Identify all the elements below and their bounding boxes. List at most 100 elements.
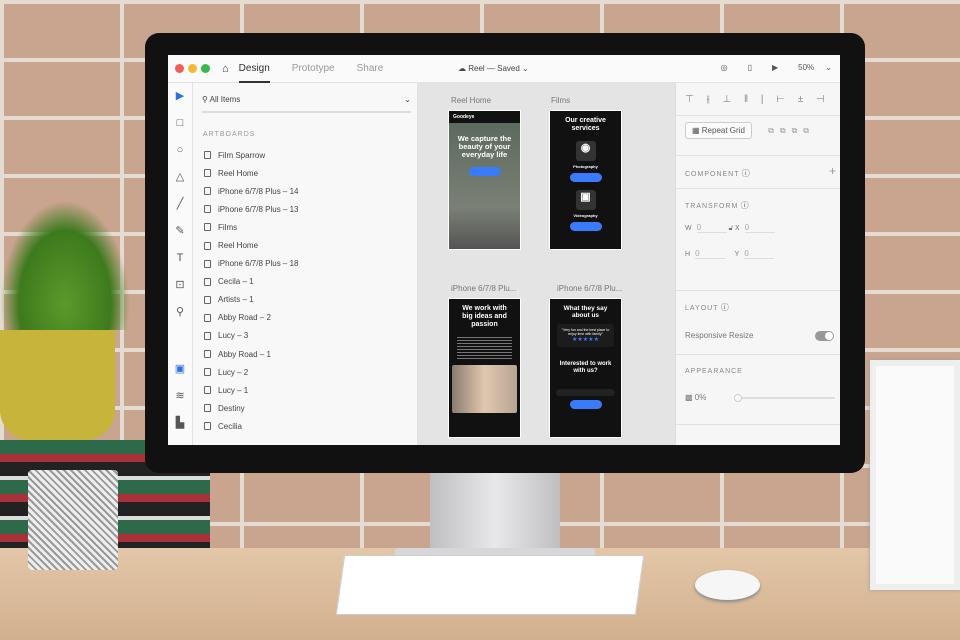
search-value: All Items xyxy=(209,95,241,104)
y-field[interactable]: 0 xyxy=(744,249,775,259)
cta-button[interactable] xyxy=(468,167,501,176)
artboard-icon xyxy=(204,187,211,196)
artboard-name: Lucy – 3 xyxy=(218,331,249,341)
service-label: Videography xyxy=(573,213,598,218)
align-tools[interactable]: ⊤ ⫲ ⊥ ‖ | ⊢ ± ⊣ ≡ xyxy=(676,83,840,138)
add-component-icon[interactable]: + xyxy=(829,164,836,178)
artboard-icon xyxy=(204,422,211,431)
user-icon[interactable]: ◎ xyxy=(721,63,728,72)
artboard-list-item[interactable]: Lucy – 3 xyxy=(193,327,417,345)
repeat-grid-label: Repeat Grid xyxy=(701,126,745,135)
boolean-ops-icons[interactable]: ⧉⧉⧉⧉ xyxy=(768,126,815,135)
plugins-icon[interactable]: ▙ xyxy=(168,410,192,437)
artboard-ideas[interactable]: We work with big ideas and passion xyxy=(448,298,521,438)
info-icon[interactable]: ⓘ xyxy=(742,169,750,178)
artboard-icon xyxy=(204,151,211,160)
artboard-name: Films xyxy=(218,222,238,232)
email-field[interactable] xyxy=(556,389,615,396)
artboard-name: iPhone 6/7/8 Plus – 14 xyxy=(218,186,299,196)
artboard-list-item[interactable]: Abby Road – 1 xyxy=(193,345,417,363)
artboard-films[interactable]: Our creative services ◉ Photography ▣ Vi… xyxy=(549,110,622,250)
video-icon: ▣ xyxy=(575,190,596,210)
canvas[interactable]: Reel Home Films iPhone 6/7/8 Plu... iPho… xyxy=(418,83,675,445)
tab-prototype[interactable]: Prototype xyxy=(292,55,335,83)
layout-heading: LAYOUT xyxy=(685,305,719,312)
artboard-reel-home[interactable]: Goodeye We capture the beauty of your ev… xyxy=(448,110,521,250)
layers-icon[interactable]: ≋ xyxy=(168,383,192,410)
artboard-list-item[interactable]: Lucy – 1 xyxy=(193,381,417,399)
device-preview-icon[interactable]: ▯ xyxy=(748,63,752,72)
service-button[interactable] xyxy=(569,222,602,231)
repeat-grid-button[interactable]: ▦ Repeat Grid xyxy=(685,122,752,139)
responsive-resize-toggle[interactable] xyxy=(815,331,834,341)
info-icon[interactable]: ⓘ xyxy=(741,201,749,210)
width-field[interactable]: 0 xyxy=(696,223,727,233)
artboard-label: Films xyxy=(551,96,571,105)
search-input[interactable]: ⚲ All Items ⌄ xyxy=(202,95,411,113)
slider-handle[interactable] xyxy=(734,394,742,402)
send-button[interactable] xyxy=(569,400,602,409)
artboard-list-item[interactable]: Destiny xyxy=(193,399,417,417)
search-icon: ⚲ xyxy=(202,95,210,104)
artboard-list-item[interactable]: iPhone 6/7/8 Plus – 14 xyxy=(193,182,417,200)
layout-section: LAYOUT ⓘ Responsive Resize xyxy=(676,291,840,355)
component-heading: COMPONENT xyxy=(685,171,740,178)
zoom-value: 50% xyxy=(798,63,815,72)
artboard-list-item[interactable]: Films xyxy=(193,218,417,236)
artboard-list-item[interactable]: Cecila – 1 xyxy=(193,273,417,291)
opacity-slider[interactable] xyxy=(734,394,835,402)
artboard-icon xyxy=(204,404,211,413)
artboard-icon xyxy=(204,295,211,304)
artboard-name: Abby Road – 1 xyxy=(218,349,271,359)
select-tool-icon[interactable]: ▶ xyxy=(168,83,192,110)
artboard-name: Destiny xyxy=(218,403,245,413)
section-heading: ARTBOARDS xyxy=(203,131,256,138)
opacity-icon: ▩ xyxy=(685,393,693,402)
title-bar: ⌂ Design Prototype Share ☁ Reel — Saved … xyxy=(168,55,840,83)
home-icon[interactable]: ⌂ xyxy=(222,63,229,75)
height-field[interactable]: 0 xyxy=(695,249,726,259)
artboard-testimonials[interactable]: What they say about us "Very fun and the… xyxy=(549,298,622,438)
zoom-tool-icon[interactable]: ⚲ xyxy=(168,299,192,326)
artboard-list-item[interactable]: iPhone 6/7/8 Plus – 18 xyxy=(193,255,417,273)
zoom-select[interactable]: 50% ⌄ xyxy=(798,63,832,72)
artboard-list-item[interactable]: Film Sparrow xyxy=(193,146,417,164)
minimize-button[interactable] xyxy=(188,64,197,73)
document-assets-icon[interactable]: ▣ xyxy=(168,356,192,383)
maximize-button[interactable] xyxy=(201,64,210,73)
info-icon[interactable]: ⓘ xyxy=(721,303,729,312)
document-title[interactable]: ☁ Reel — Saved ⌄ xyxy=(458,64,529,73)
artboard-list-item[interactable]: Cecilia xyxy=(193,417,417,435)
mouse xyxy=(695,570,760,600)
x-field[interactable]: 0 xyxy=(744,223,775,233)
lock-icon[interactable]: 🔓︎ xyxy=(729,225,734,232)
doc-name: Reel — Saved xyxy=(468,64,520,73)
artboard-list-item[interactable]: Reel Home xyxy=(193,236,417,254)
pen-tool-icon[interactable]: ✎ xyxy=(168,218,192,245)
polygon-tool-icon[interactable]: △ xyxy=(168,164,192,191)
artboard-name: Lucy – 2 xyxy=(218,367,249,377)
artboard-tool-icon[interactable]: ⊡ xyxy=(168,272,192,299)
appearance-heading: APPEARANCE xyxy=(685,368,743,375)
opacity-field[interactable]: 0% xyxy=(695,393,707,402)
line-tool-icon[interactable]: ╱ xyxy=(168,191,192,218)
brand-name: Goodeye xyxy=(453,114,475,120)
service-button[interactable] xyxy=(569,173,602,182)
artboard-list-item[interactable]: Artists – 1 xyxy=(193,291,417,309)
play-icon[interactable]: ▶ xyxy=(772,63,778,72)
service-label: Photography xyxy=(573,164,598,169)
artboard-list-item[interactable]: Lucy – 2 xyxy=(193,363,417,381)
ellipse-tool-icon[interactable]: ○ xyxy=(168,137,192,164)
chevron-down-icon[interactable]: ⌄ xyxy=(404,95,411,111)
component-section: COMPONENT ⓘ + xyxy=(676,156,840,189)
tab-share[interactable]: Share xyxy=(357,55,384,83)
artboard-name: Artists – 1 xyxy=(218,295,254,305)
close-button[interactable] xyxy=(175,64,184,73)
text-tool-icon[interactable]: T xyxy=(168,245,192,272)
artboard-list-item[interactable]: Reel Home xyxy=(193,164,417,182)
rectangle-tool-icon[interactable]: □ xyxy=(168,110,192,137)
artboard-list-item[interactable]: Abby Road – 2 xyxy=(193,309,417,327)
tab-design[interactable]: Design xyxy=(238,55,270,83)
artboard-list-item[interactable]: iPhone 6/7/8 Plus – 13 xyxy=(193,200,417,218)
testimonials-headline: What they say about us xyxy=(563,305,608,319)
